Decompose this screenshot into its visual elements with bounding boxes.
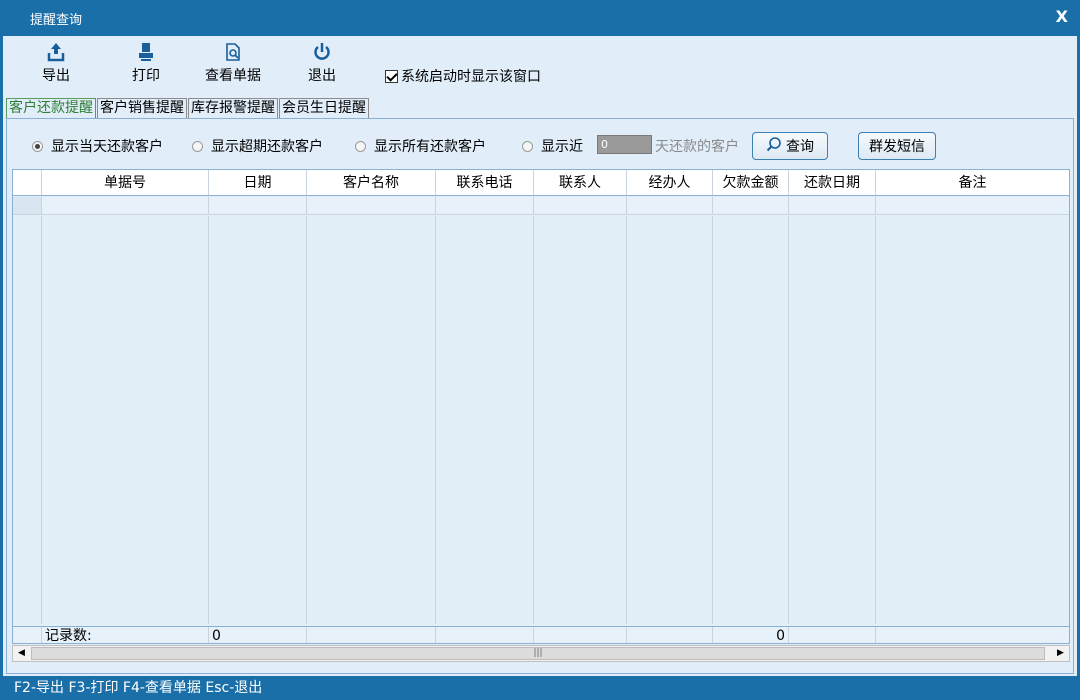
table-cell[interactable] (876, 197, 1069, 214)
grid-column-line (436, 216, 534, 624)
grid-column-line (713, 216, 789, 624)
exit-label: 退出 (308, 68, 336, 84)
radio-dot[interactable] (355, 140, 366, 152)
table-cell[interactable] (307, 197, 436, 214)
close-button[interactable]: X (1056, 7, 1068, 26)
tab-panel: 显示当天还款客户 显示超期还款客户 显示所有还款客户 显示近 0 天还款的客户 … (6, 118, 1074, 674)
printer-icon (127, 42, 165, 64)
query-label: 查询 (786, 139, 814, 155)
grid-column-line (534, 216, 627, 624)
table-cell[interactable] (209, 197, 307, 214)
table-header-row: 单据号 日期 客户名称 联系电话 联系人 经办人 欠款金额 还款日期 备注 (13, 170, 1069, 196)
tab-stock-alarm[interactable]: 库存报警提醒 (188, 98, 278, 118)
col-header-amount-owed[interactable]: 欠款金额 (713, 170, 789, 195)
col-header-customer-name[interactable]: 客户名称 (307, 170, 436, 195)
col-header-contact[interactable]: 联系人 (534, 170, 627, 195)
print-label: 打印 (132, 68, 160, 84)
footer-cell (307, 627, 436, 643)
export-label: 导出 (42, 68, 70, 84)
scroll-left-arrow-icon[interactable]: ◀ (13, 646, 30, 661)
col-header-handler[interactable]: 经办人 (627, 170, 713, 195)
record-count-label: 记录数: (42, 627, 209, 643)
table-cell[interactable] (534, 197, 627, 214)
horizontal-scrollbar[interactable]: ◀ ||| ▶ (12, 645, 1070, 662)
status-bar: F2-导出 F3-打印 F4-查看单据 Esc-退出 (0, 676, 1080, 700)
grid-column-line (307, 216, 436, 624)
footer-indicator (13, 627, 42, 643)
record-count-value: 0 (209, 627, 307, 643)
radio-recent-label: 显示近 (541, 139, 583, 155)
grid-body[interactable] (13, 216, 1069, 624)
show-on-startup-checkbox[interactable]: 系统启动时显示该窗口 (385, 66, 541, 86)
radio-all[interactable]: 显示所有还款客户 (355, 136, 486, 156)
footer-cell (627, 627, 713, 643)
export-button[interactable]: 导出 (37, 42, 75, 85)
radio-recent[interactable]: 显示近 (522, 136, 583, 156)
checkbox-box[interactable] (385, 69, 398, 83)
grid-column-line (209, 216, 307, 624)
export-icon (37, 42, 75, 64)
table-cell[interactable] (42, 197, 209, 214)
grid-column-line (13, 216, 42, 624)
filter-bar: 显示当天还款客户 显示超期还款客户 显示所有还款客户 显示近 0 天还款的客户 … (7, 119, 1073, 169)
grid-column-line (42, 216, 209, 624)
search-icon (766, 136, 782, 156)
toolbar: 导出 打印 查看单据 退出 系统启动时显示该窗口 (3, 36, 1077, 96)
print-button[interactable]: 打印 (127, 42, 165, 85)
radio-today[interactable]: 显示当天还款客户 (32, 136, 163, 156)
radio-overdue[interactable]: 显示超期还款客户 (192, 136, 323, 156)
window-title: 提醒查询 (30, 13, 83, 28)
view-document-button[interactable]: 查看单据 (201, 42, 265, 85)
radio-dot[interactable] (32, 140, 43, 152)
row-indicator[interactable] (13, 197, 42, 214)
tab-strip: 客户还款提醒 客户销售提醒 库存报警提醒 会员生日提醒 (6, 98, 370, 119)
table-cell[interactable] (627, 197, 713, 214)
grid-column-line (627, 216, 713, 624)
col-header-remarks[interactable]: 备注 (876, 170, 1069, 195)
col-header-phone[interactable]: 联系电话 (436, 170, 534, 195)
table-cell[interactable] (713, 197, 789, 214)
query-button[interactable]: 查询 (752, 132, 828, 160)
tab-customer-sales[interactable]: 客户销售提醒 (97, 98, 187, 118)
title-bar: 提醒查询 X (0, 0, 1080, 36)
radio-all-label: 显示所有还款客户 (374, 139, 486, 155)
show-on-startup-label: 系统启动时显示该窗口 (401, 69, 541, 85)
col-header-repay-date[interactable]: 还款日期 (789, 170, 876, 195)
row-indicator-header (13, 170, 42, 195)
footer-cell (534, 627, 627, 643)
radio-dot[interactable] (192, 140, 203, 152)
view-document-label: 查看单据 (205, 68, 261, 84)
radio-dot[interactable] (522, 140, 533, 152)
table-cell[interactable] (436, 197, 534, 214)
send-sms-button[interactable]: 群发短信 (858, 132, 936, 160)
scroll-right-arrow-icon[interactable]: ▶ (1052, 646, 1069, 661)
table-row[interactable] (13, 197, 1069, 215)
tab-member-birthday[interactable]: 会员生日提醒 (279, 98, 369, 118)
window-client: 导出 打印 查看单据 退出 系统启动时显示该窗口 客户还款提醒 客户销售提醒 库… (3, 36, 1077, 676)
tab-customer-repayment[interactable]: 客户还款提醒 (6, 98, 96, 118)
table-footer-row: 记录数: 0 0 (13, 626, 1069, 643)
amount-total-value: 0 (713, 627, 789, 643)
power-icon (303, 42, 341, 64)
days-input[interactable]: 0 (597, 135, 652, 154)
radio-overdue-label: 显示超期还款客户 (211, 139, 323, 155)
col-header-date[interactable]: 日期 (209, 170, 307, 195)
scroll-thumb[interactable]: ||| (31, 647, 1045, 660)
exit-button[interactable]: 退出 (303, 42, 341, 85)
col-header-doc-no[interactable]: 单据号 (42, 170, 209, 195)
radio-today-label: 显示当天还款客户 (51, 139, 163, 155)
grid-column-line (789, 216, 876, 624)
footer-cell (876, 627, 1069, 643)
data-grid: 单据号 日期 客户名称 联系电话 联系人 经办人 欠款金额 还款日期 备注 记录… (12, 169, 1070, 644)
days-suffix-label: 天还款的客户 (655, 139, 739, 155)
table-cell[interactable] (789, 197, 876, 214)
footer-cell (436, 627, 534, 643)
view-document-icon (201, 42, 265, 64)
footer-cell (789, 627, 876, 643)
